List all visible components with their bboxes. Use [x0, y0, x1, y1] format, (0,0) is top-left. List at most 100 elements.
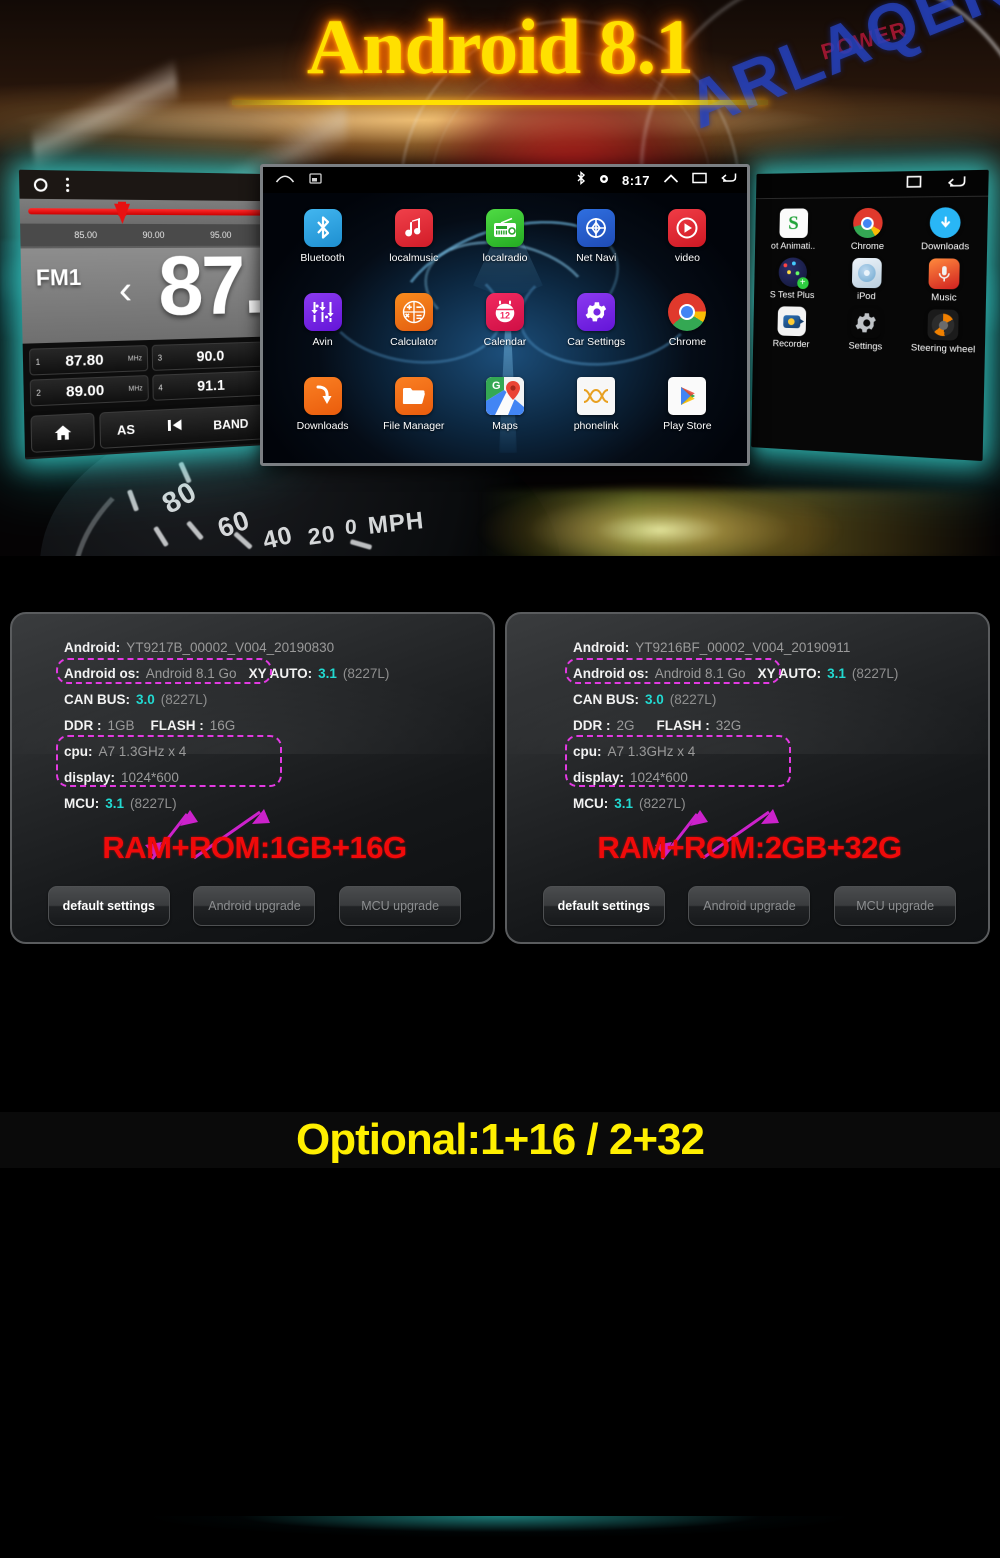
app-label: Avin [312, 336, 332, 348]
app-item-phonelink[interactable]: phonelink [574, 377, 619, 432]
app-item-settings[interactable]: Settings [828, 307, 905, 353]
recents-icon[interactable] [692, 171, 707, 189]
power-circle-icon[interactable] [34, 178, 48, 192]
fm-tuning-pointer[interactable] [114, 204, 130, 224]
gear-icon [851, 308, 881, 339]
app-item-bluetooth[interactable]: Bluetooth [300, 209, 344, 264]
svg-text:G: G [492, 380, 501, 392]
fm-prev-station-icon[interactable]: ‹ [118, 270, 132, 310]
speedo-unit-mph: MPH [367, 507, 426, 541]
android-upgrade-button[interactable]: Android upgrade [193, 886, 315, 926]
preset-value: 90.0 [162, 346, 258, 366]
spec-value: A7 1.3GHz x 4 [608, 744, 696, 759]
spec-value: 3.1 [614, 796, 633, 811]
chevron-up-icon[interactable] [663, 171, 679, 189]
app-item-ipod[interactable]: iPod [829, 258, 906, 303]
status-right-group: 8:17 [576, 171, 737, 190]
fm-autostore-button[interactable]: AS [117, 421, 135, 437]
app-item-downloads[interactable]: Downloads [297, 377, 349, 432]
preset-value: 87.80 [40, 350, 128, 370]
spec-row-ddr-flash: DDR : 2G FLASH : 32G [573, 712, 973, 738]
app-item-maps[interactable]: G Maps [486, 377, 524, 432]
app-label: Chrome [669, 336, 706, 348]
spec-row-mcu: MCU: 3.1 (8227L) [64, 790, 464, 816]
app-item-chrome[interactable]: Chrome [830, 208, 907, 253]
spec-value: YT9217B_00002_V004_20190830 [126, 640, 334, 655]
mcu-upgrade-button[interactable]: MCU upgrade [339, 886, 461, 926]
bottom-teal-glow [0, 1516, 1000, 1558]
play-circle-icon [668, 209, 706, 247]
tablet-status-bar: 8:17 [263, 167, 747, 193]
back-icon[interactable] [720, 171, 737, 189]
fm-current-frequency: 87. [157, 244, 264, 328]
speedo-mark-80: 80 [157, 476, 203, 522]
app-item-localradio[interactable]: localradio [483, 209, 528, 264]
app-item-gps-test[interactable]: + S Test Plus [756, 257, 830, 301]
maps-pin-icon: G [486, 377, 524, 415]
spec-comparison-section: Optional:1+16 / 2+32 Android: YT9217B_00… [0, 556, 1000, 1002]
download-arrow-icon [930, 207, 961, 238]
fm-band-button[interactable]: BAND [213, 415, 249, 432]
app-item-net-navi[interactable]: Net Navi [576, 209, 616, 264]
app-label: Calendar [484, 336, 527, 348]
app-item-steering-wheel[interactable]: Steering wheel [904, 309, 984, 356]
app-item-music[interactable]: Music [905, 258, 985, 304]
app-label: phonelink [574, 420, 619, 432]
screenshot-icon[interactable] [309, 171, 322, 189]
app-label: localmusic [389, 252, 438, 264]
android-upgrade-button[interactable]: Android upgrade [688, 886, 810, 926]
app-item-calendar[interactable]: 12 Calendar [484, 293, 527, 348]
app-item-chrome[interactable]: Chrome [668, 293, 706, 348]
back-icon[interactable] [948, 174, 966, 193]
spec-panel-2gb-32g: Android: YT9216BF_00002_V004_20190911 An… [505, 612, 990, 944]
app-item-localmusic[interactable]: localmusic [389, 209, 438, 264]
spec-row-cpu: cpu: A7 1.3GHz x 4 [64, 738, 464, 764]
speedo-tick [186, 520, 204, 540]
speedo-tick [153, 526, 169, 547]
fm-topbar [19, 170, 266, 201]
fm-preset-item[interactable]: 4 91.1 [152, 371, 264, 401]
app-item-play-store[interactable]: Play Store [663, 377, 711, 432]
spec-value-xy-auto: 3.1 [827, 666, 846, 681]
home-icon[interactable] [275, 171, 295, 189]
ram-rom-summary: RAM+ROM:1GB+16G [12, 830, 495, 866]
spec-value: 1024*600 [630, 770, 688, 785]
spec-key: Android os: [573, 666, 649, 681]
recents-icon[interactable] [906, 175, 921, 193]
mcu-upgrade-button[interactable]: MCU upgrade [834, 886, 956, 926]
default-settings-button[interactable]: default settings [543, 886, 665, 926]
home-icon[interactable] [30, 413, 95, 453]
prev-track-icon[interactable] [167, 418, 183, 435]
app-item-car-settings[interactable]: Car Settings [567, 293, 625, 348]
ipod-icon [852, 258, 882, 288]
speedo-mark-20: 20 [306, 520, 337, 551]
spec-list: Android: YT9216BF_00002_V004_20190911 An… [573, 634, 973, 816]
app-item-boot-animation[interactable]: S ot Animati.. [757, 208, 831, 252]
spec-value: 3.0 [645, 692, 664, 707]
speedo-mark-40: 40 [260, 521, 296, 556]
fm-preset-item[interactable]: 2 89.00 MHz [30, 375, 149, 406]
default-settings-button[interactable]: default settings [48, 886, 170, 926]
preset-unit: MHz [128, 385, 142, 393]
app-item-file-manager[interactable]: File Manager [383, 377, 444, 432]
boot-animation-icon: S [779, 208, 808, 238]
spec-value-ddr: 1GB [108, 718, 135, 733]
app-item-recorder[interactable]: Recorder [755, 306, 829, 351]
app-item-video[interactable]: video [668, 209, 706, 264]
fm-preset-item[interactable]: 3 90.0 [152, 342, 264, 371]
steering-wheel-icon [928, 309, 959, 340]
radio-icon [486, 209, 524, 247]
app-label: localradio [483, 252, 528, 264]
app-item-downloads[interactable]: Downloads [906, 207, 986, 252]
microphone-icon [929, 258, 960, 289]
avin-icon [304, 293, 342, 331]
spec-key: Android os: [64, 666, 140, 681]
app-label: video [675, 252, 700, 264]
chrome-icon [853, 208, 883, 238]
spec-key: Android: [64, 640, 120, 655]
app-item-avin[interactable]: Avin [304, 293, 342, 348]
app-item-calculator[interactable]: Calculator [390, 293, 437, 348]
overflow-menu-icon[interactable] [66, 178, 69, 192]
fm-preset-item[interactable]: 1 87.80 MHz [29, 345, 148, 375]
spec-paren: (8227L) [670, 692, 717, 707]
